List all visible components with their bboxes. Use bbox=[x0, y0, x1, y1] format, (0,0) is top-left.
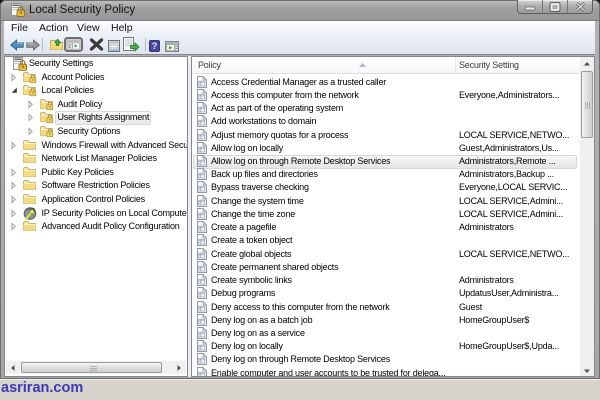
svg-text:?: ? bbox=[152, 41, 158, 52]
